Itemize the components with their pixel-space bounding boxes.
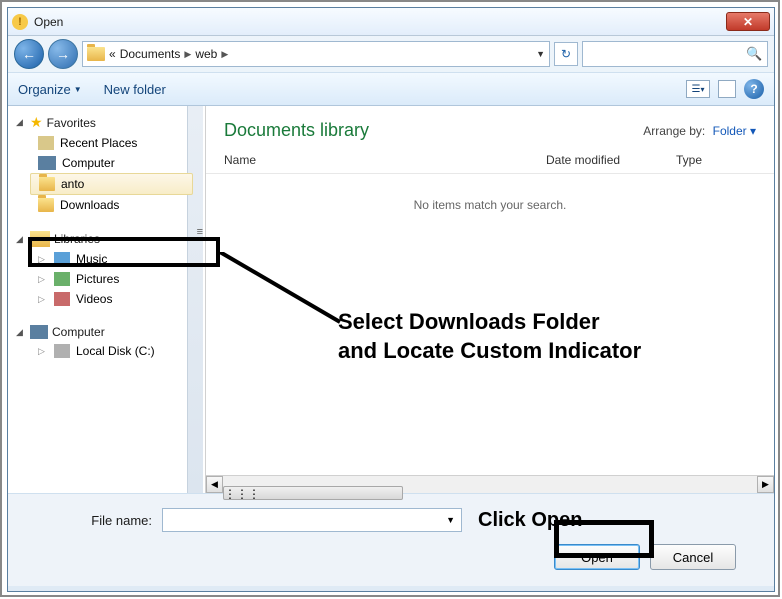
folder-icon <box>39 177 55 191</box>
expand-icon: ▷ <box>38 294 48 305</box>
chevron-right-icon[interactable]: ▶ <box>221 49 228 60</box>
collapse-icon: ◢ <box>16 327 26 338</box>
crumb-web[interactable]: web <box>195 47 217 61</box>
title-bar: ! Open ✕ <box>8 8 774 36</box>
nav-bar: ← → « Documents ▶ web ▶ ▼ ↻ 🔍 <box>8 36 774 72</box>
view-options-button[interactable]: ☰▾ <box>686 80 710 98</box>
app-icon: ! <box>12 14 28 30</box>
sidebar-item-videos[interactable]: ▷ Videos <box>8 289 205 309</box>
dialog-footer: File name: ▼ Click Open Open Cancel <box>8 493 774 586</box>
navigation-pane: ≡ ◢ ★ Favorites Recent Places Computer <box>8 106 206 493</box>
address-bar[interactable]: « Documents ▶ web ▶ ▼ <box>82 41 550 67</box>
open-button[interactable]: Open <box>554 544 640 570</box>
chevron-down-icon: ▼ <box>74 85 82 94</box>
recent-places-icon <box>38 136 54 150</box>
filename-combobox[interactable]: ▼ <box>162 508 462 532</box>
annotation-text: Select Downloads Folder and Locate Custo… <box>338 308 641 365</box>
computer-header[interactable]: ◢ Computer <box>8 323 205 341</box>
back-button[interactable]: ← <box>14 39 44 69</box>
column-date[interactable]: Date modified <box>546 153 676 167</box>
pictures-icon <box>54 272 70 286</box>
crumb-documents[interactable]: Documents <box>120 47 181 61</box>
libraries-header[interactable]: ◢ Libraries <box>8 229 205 249</box>
sidebar-item-local-disk[interactable]: ▷ Local Disk (C:) <box>8 341 205 361</box>
expand-icon: ▷ <box>38 254 48 265</box>
sidebar-item-computer[interactable]: Computer <box>8 153 205 173</box>
cancel-button[interactable]: Cancel <box>650 544 736 570</box>
scroll-left-button[interactable]: ◀ <box>206 476 223 493</box>
column-name[interactable]: Name <box>224 153 546 167</box>
collapse-icon: ◢ <box>16 234 26 245</box>
column-headers[interactable]: Name Date modified Type <box>206 149 774 174</box>
horizontal-scrollbar[interactable]: ◀ ⋮⋮⋮ ▶ <box>206 475 774 493</box>
sidebar-item-downloads[interactable]: Downloads <box>8 195 205 215</box>
expand-icon: ▷ <box>38 346 48 357</box>
collapse-icon: ◢ <box>16 117 26 128</box>
preview-pane-button[interactable] <box>718 80 736 98</box>
refresh-button[interactable]: ↻ <box>554 42 578 66</box>
sidebar-item-pictures[interactable]: ▷ Pictures <box>8 269 205 289</box>
new-folder-button[interactable]: New folder <box>104 82 166 97</box>
window-title: Open <box>34 15 726 29</box>
videos-icon <box>54 292 70 306</box>
arrange-by-dropdown[interactable]: Folder ▾ <box>713 124 756 138</box>
column-type[interactable]: Type <box>676 153 756 167</box>
drive-icon <box>54 344 70 358</box>
scroll-thumb[interactable]: ⋮⋮⋮ <box>223 486 403 500</box>
scroll-right-button[interactable]: ▶ <box>757 476 774 493</box>
search-box[interactable]: 🔍 <box>582 41 768 67</box>
music-icon <box>54 252 70 266</box>
folder-icon <box>38 198 54 212</box>
annotation-click-open: Click Open <box>478 509 582 532</box>
scroll-marker: ≡ <box>197 226 203 238</box>
sidebar-item-anto[interactable]: anto <box>30 173 193 195</box>
sidebar-item-recent-places[interactable]: Recent Places <box>8 133 205 153</box>
close-button[interactable]: ✕ <box>726 12 770 31</box>
expand-icon: ▷ <box>38 274 48 285</box>
star-icon: ★ <box>30 114 43 131</box>
toolbar: Organize▼ New folder ☰▾ ? <box>8 72 774 106</box>
search-icon[interactable]: 🔍 <box>746 46 762 62</box>
help-icon[interactable]: ? <box>744 79 764 99</box>
forward-button[interactable]: → <box>48 39 78 69</box>
address-dropdown[interactable]: ▼ <box>536 49 545 59</box>
filename-label: File name: <box>22 513 152 528</box>
computer-icon <box>38 156 56 170</box>
open-file-dialog: ! Open ✕ ← → « Documents ▶ web ▶ ▼ ↻ 🔍 O… <box>7 7 775 592</box>
computer-icon <box>30 325 48 339</box>
favorites-header[interactable]: ◢ ★ Favorites <box>8 112 205 133</box>
crumb-prefix: « <box>109 47 116 61</box>
folder-icon <box>87 47 105 61</box>
organize-menu[interactable]: Organize▼ <box>18 82 82 97</box>
search-input[interactable] <box>589 47 746 61</box>
library-title: Documents library <box>224 120 643 141</box>
chevron-right-icon[interactable]: ▶ <box>184 49 191 60</box>
libraries-icon <box>30 231 50 247</box>
arrange-by: Arrange by: Folder ▾ <box>643 124 756 138</box>
sidebar-item-music[interactable]: ▷ Music <box>8 249 205 269</box>
file-list-pane: Documents library Arrange by: Folder ▾ N… <box>206 106 774 493</box>
chevron-down-icon[interactable]: ▼ <box>446 515 455 525</box>
